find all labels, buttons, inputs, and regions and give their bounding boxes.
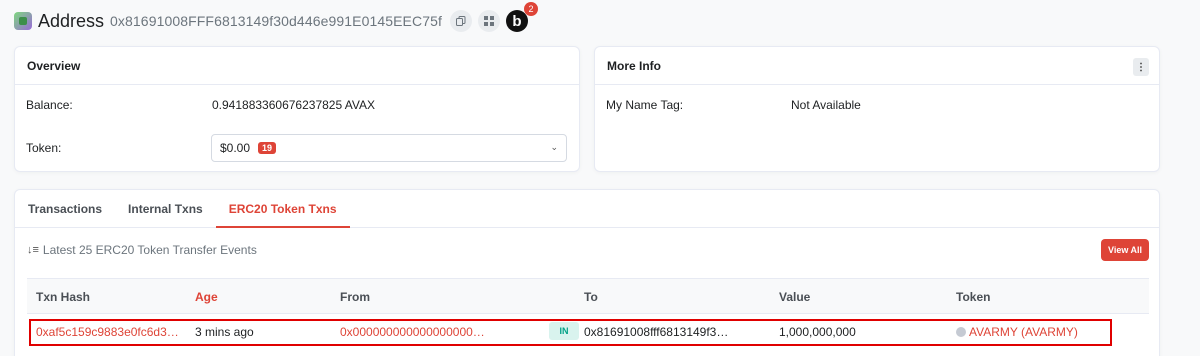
- transfer-value: 1,000,000,000: [779, 325, 856, 339]
- chevron-down-icon: ⌄: [550, 142, 558, 152]
- token-link[interactable]: AVARMY (AVARMY): [956, 325, 1078, 339]
- from-address-link[interactable]: 0x000000000000000000…: [340, 325, 485, 339]
- blockscan-chat-button[interactable]: b 2: [505, 2, 538, 32]
- sort-icon: ↓≡: [27, 244, 39, 256]
- token-label: Token:: [26, 141, 62, 155]
- address-header: Address 0x81691008FFF6813149f30d446e991E…: [14, 2, 538, 34]
- tab-erc20-token-txns[interactable]: ERC20 Token Txns: [215, 190, 350, 228]
- more-options-icon[interactable]: ⋮: [1133, 58, 1149, 76]
- name-tag-label: My Name Tag:: [606, 98, 684, 112]
- direction-badge: IN: [549, 322, 579, 340]
- column-header-value: Value: [779, 290, 811, 304]
- balance-label: Balance:: [26, 98, 73, 112]
- token-name: AVARMY (AVARMY): [969, 325, 1078, 339]
- transactions-card: Transactions Internal Txns ERC20 Token T…: [14, 189, 1160, 356]
- view-all-button[interactable]: View All: [1101, 239, 1149, 261]
- name-tag-value: Not Available: [791, 98, 861, 112]
- blockscan-chat-label: b: [512, 12, 522, 30]
- overview-title: Overview: [15, 47, 579, 85]
- balance-value: 0.941883360676237825 AVAX: [212, 98, 376, 112]
- page-title: Address: [38, 10, 105, 31]
- tab-transactions[interactable]: Transactions: [15, 190, 115, 227]
- transfer-summary: ↓≡ Latest 25 ERC20 Token Transfer Events: [27, 243, 257, 257]
- to-address: 0x81691008fff6813149f3…: [584, 325, 729, 339]
- tab-internal-txns[interactable]: Internal Txns: [115, 190, 216, 227]
- txn-age: 3 mins ago: [195, 325, 254, 339]
- qr-code-icon[interactable]: [477, 10, 500, 32]
- column-header-token: Token: [956, 290, 991, 304]
- transfers-table: Txn Hash Age From To Value Token 0xaf5c1…: [27, 278, 1149, 346]
- copy-icon[interactable]: [449, 10, 472, 32]
- more-info-title: More Info: [595, 47, 1159, 85]
- token-value: $0.00: [220, 141, 251, 155]
- column-header-from: From: [340, 290, 370, 304]
- address-hash: 0x81691008FFF6813149f30d446e991E0145EEC7…: [110, 13, 442, 29]
- column-header-age[interactable]: Age: [195, 290, 218, 304]
- address-avatar-icon: [14, 12, 32, 30]
- notification-badge: 2: [523, 2, 538, 16]
- tab-bar: Transactions Internal Txns ERC20 Token T…: [15, 190, 1159, 228]
- column-header-to: To: [584, 290, 598, 304]
- transfer-summary-text: Latest 25 ERC20 Token Transfer Events: [42, 243, 257, 257]
- token-logo-icon: [956, 327, 966, 337]
- column-header-txn-hash: Txn Hash: [36, 290, 91, 304]
- overview-card: Overview Balance: 0.941883360676237825 A…: [14, 46, 580, 172]
- txn-hash-link[interactable]: 0xaf5c159c9883e0fc6d3…: [36, 325, 179, 339]
- token-count-badge: 19: [258, 142, 277, 154]
- more-info-card: More Info ⋮ My Name Tag: Not Available: [594, 46, 1160, 172]
- table-header: Txn Hash Age From To Value Token: [27, 278, 1149, 314]
- token-dropdown[interactable]: $0.00 19 ⌄: [211, 134, 567, 162]
